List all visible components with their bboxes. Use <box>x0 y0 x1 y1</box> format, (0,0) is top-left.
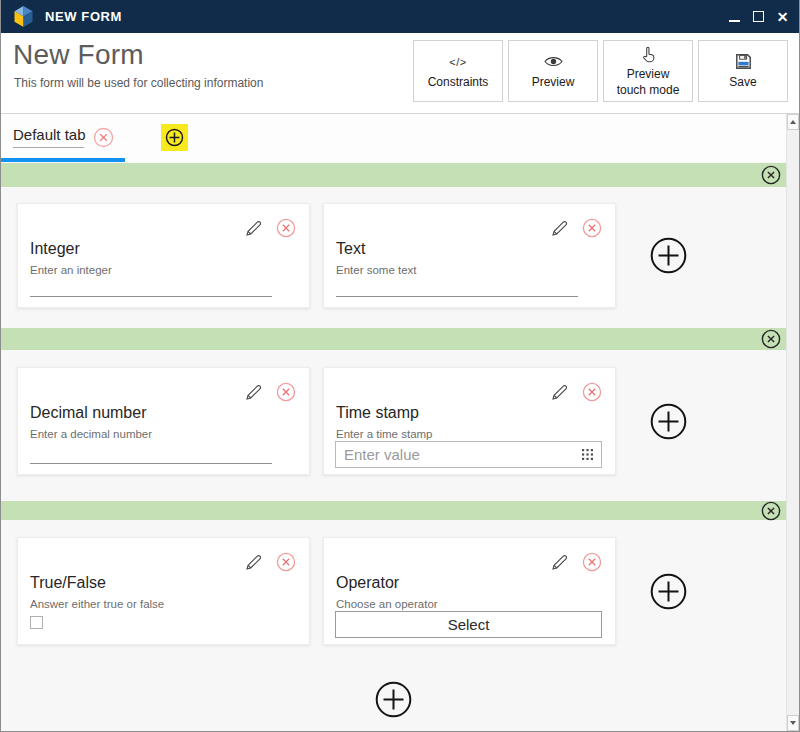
form-section: Decimal number Enter a decimal number Time… <box>1 328 786 501</box>
add-section-button[interactable] <box>375 681 412 718</box>
arrow-down-icon <box>790 721 796 725</box>
field-card: True/False Answer either true or false <box>17 537 310 645</box>
edit-field-button[interactable] <box>244 553 263 576</box>
header-actions: </> Constraints Preview Preview touch mo… <box>413 40 788 102</box>
field-description: Enter some text <box>336 264 417 276</box>
vertical-scrollbar[interactable] <box>786 114 799 731</box>
section-body: True/False Answer either true or false Ope… <box>1 520 786 660</box>
preview-touch-mode-label: Preview touch mode <box>617 66 680 98</box>
touch-icon <box>641 45 656 63</box>
field-card: Decimal number Enter a decimal number <box>17 367 310 475</box>
window-controls: ✕ <box>727 9 790 25</box>
field-title: Text <box>336 240 365 258</box>
add-tab-button[interactable] <box>161 124 188 151</box>
preview-touch-mode-button[interactable]: Preview touch mode <box>603 40 693 102</box>
underline-input[interactable] <box>30 296 272 297</box>
field-description: Enter an integer <box>30 264 112 276</box>
close-button[interactable]: ✕ <box>775 9 790 25</box>
section-body: Decimal number Enter a decimal number Time… <box>1 350 786 501</box>
field-description: Choose an operator <box>336 598 438 610</box>
plus-icon <box>165 128 184 147</box>
delete-field-button[interactable] <box>582 218 602 242</box>
field-card-actions <box>550 218 602 242</box>
section-header-bar <box>1 501 786 520</box>
field-card-actions <box>550 552 602 576</box>
field-title: Decimal number <box>30 404 146 422</box>
field-title: Integer <box>30 240 80 258</box>
page-title: New Form <box>13 39 144 71</box>
edit-field-button[interactable] <box>550 553 569 576</box>
select-button-label: Select <box>448 616 490 633</box>
field-card-actions <box>550 382 602 406</box>
field-card-actions <box>244 382 296 406</box>
eye-icon <box>544 53 563 71</box>
field-card: Text Enter some text <box>323 203 616 308</box>
field-title: True/False <box>30 574 106 592</box>
arrow-up-icon <box>790 120 796 124</box>
app-window: NEW FORM ✕ New Form This form will be us… <box>0 0 800 732</box>
delete-tab-button[interactable] <box>93 127 114 148</box>
delete-field-button[interactable] <box>276 382 296 406</box>
underline-input[interactable] <box>30 463 272 464</box>
preview-label: Preview <box>532 74 575 90</box>
constraints-label: Constraints <box>428 74 489 90</box>
delete-section-button[interactable] <box>761 501 781 521</box>
delete-field-button[interactable] <box>276 218 296 242</box>
add-field-button[interactable] <box>650 403 687 440</box>
tab-content: Integer Enter an integer Text Enter some te… <box>1 162 786 731</box>
form-section: True/False Answer either true or false Ope… <box>1 501 786 660</box>
underline-input[interactable] <box>336 296 578 297</box>
add-field-button[interactable] <box>650 573 687 610</box>
input-placeholder: Enter value <box>344 446 420 463</box>
delete-section-button[interactable] <box>761 329 781 349</box>
checkbox[interactable] <box>30 616 43 629</box>
grid-icon <box>582 449 593 460</box>
edit-field-button[interactable] <box>244 219 263 242</box>
delete-field-button[interactable] <box>276 552 296 576</box>
app-logo-icon <box>13 5 34 28</box>
tab-label-underline <box>13 147 84 148</box>
constraints-button[interactable]: </> Constraints <box>413 40 503 102</box>
field-card: Time stamp Enter a time stamp Enter value <box>323 367 616 475</box>
tab-label: Default tab <box>13 126 86 143</box>
field-card: Operator Choose an operator Select <box>323 537 616 645</box>
field-title: Operator <box>336 574 399 592</box>
form-header: New Form This form will be used for coll… <box>1 33 799 114</box>
window-title: NEW FORM <box>45 9 122 24</box>
field-card-actions <box>244 552 296 576</box>
edit-field-button[interactable] <box>550 383 569 406</box>
form-section: Integer Enter an integer Text Enter some te… <box>1 163 786 328</box>
page-subtitle: This form will be used for collecting in… <box>14 76 263 90</box>
delete-field-button[interactable] <box>582 382 602 406</box>
edit-field-button[interactable] <box>244 383 263 406</box>
section-body: Integer Enter an integer Text Enter some te… <box>1 187 786 328</box>
save-label: Save <box>729 74 756 90</box>
delete-section-button[interactable] <box>761 165 781 185</box>
field-card-actions <box>244 218 296 242</box>
field-description: Enter a time stamp <box>336 428 433 440</box>
field-card: Integer Enter an integer <box>17 203 310 308</box>
delete-field-button[interactable] <box>582 552 602 576</box>
save-button[interactable]: Save <box>698 40 788 102</box>
value-input[interactable]: Enter value <box>335 441 602 468</box>
save-icon <box>735 53 752 71</box>
edit-field-button[interactable] <box>550 219 569 242</box>
code-icon: </> <box>449 54 466 70</box>
add-field-button[interactable] <box>650 237 687 274</box>
titlebar: NEW FORM ✕ <box>1 0 799 33</box>
select-button[interactable]: Select <box>335 611 602 638</box>
field-description: Enter a decimal number <box>30 428 152 440</box>
tabstrip: Default tab <box>1 114 786 162</box>
maximize-button[interactable] <box>751 9 766 25</box>
scroll-up-button[interactable] <box>787 114 799 130</box>
tab-default-tab[interactable]: Default tab <box>1 114 125 162</box>
field-title: Time stamp <box>336 404 419 422</box>
field-description: Answer either true or false <box>30 598 164 610</box>
preview-button[interactable]: Preview <box>508 40 598 102</box>
section-header-bar <box>1 328 786 350</box>
minimize-button[interactable] <box>727 9 742 25</box>
scroll-down-button[interactable] <box>787 715 799 731</box>
section-header-bar <box>1 163 786 187</box>
